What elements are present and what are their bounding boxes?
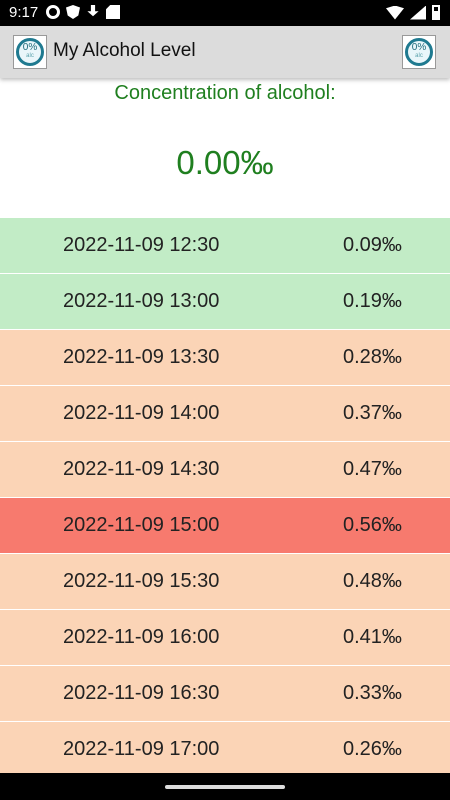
- logo-text-sub: alc: [26, 53, 34, 59]
- app-title: My Alcohol Level: [53, 40, 196, 61]
- reading-time: 2022-11-09 17:00: [63, 738, 220, 760]
- reading-row[interactable]: 2022-11-09 14:30 0.47‰: [0, 442, 450, 498]
- battery-icon: [432, 5, 440, 20]
- reading-time: 2022-11-09 15:00: [63, 514, 220, 536]
- reading-value: 0.56‰: [343, 514, 402, 536]
- reading-time: 2022-11-09 16:30: [63, 682, 220, 704]
- reading-row[interactable]: 2022-11-09 14:00 0.37‰: [0, 386, 450, 442]
- logo-ring: 0% alc: [405, 38, 433, 66]
- reading-row[interactable]: 2022-11-09 16:30 0.33‰: [0, 666, 450, 722]
- logo-text-sub: alc: [415, 53, 423, 59]
- reading-time: 2022-11-09 16:00: [63, 626, 220, 648]
- status-time: 9:17: [9, 4, 39, 21]
- shield-icon: [66, 5, 80, 19]
- reading-time: 2022-11-09 13:00: [63, 290, 220, 312]
- reading-row[interactable]: 2022-11-09 13:00 0.19‰: [0, 274, 450, 330]
- reading-time: 2022-11-09 13:30: [63, 346, 220, 368]
- reading-row[interactable]: 2022-11-09 12:30 0.09‰: [0, 218, 450, 274]
- reading-time: 2022-11-09 14:30: [63, 458, 220, 480]
- reading-row[interactable]: 2022-11-09 16:00 0.41‰: [0, 610, 450, 666]
- status-bar: 9:17: [0, 0, 450, 26]
- reading-time: 2022-11-09 15:30: [63, 570, 220, 592]
- reading-value: 0.37‰: [343, 402, 402, 424]
- wifi-icon: [386, 5, 404, 20]
- logo-text-main: 0%: [22, 42, 38, 53]
- gear-icon: [46, 5, 60, 19]
- reading-value: 0.48‰: [343, 570, 402, 592]
- concentration-label: Concentration of alcohol:: [114, 82, 336, 104]
- reading-value: 0.09‰: [343, 234, 402, 256]
- logo-ring: 0% alc: [16, 38, 44, 66]
- status-left-icons: [46, 5, 120, 19]
- app-logo-icon[interactable]: 0% alc: [13, 35, 47, 69]
- signal-icon: [410, 5, 426, 20]
- reading-time: 2022-11-09 14:00: [63, 402, 220, 424]
- concentration-value: 0.00‰: [176, 144, 274, 181]
- reading-value: 0.33‰: [343, 682, 402, 704]
- app-bar: 0% alc My Alcohol Level 0% alc: [0, 26, 450, 78]
- home-gesture-handle[interactable]: [165, 785, 285, 789]
- reading-value: 0.28‰: [343, 346, 402, 368]
- reading-value: 0.19‰: [343, 290, 402, 312]
- status-right-icons: [386, 5, 440, 20]
- sd-card-icon: [106, 5, 120, 19]
- reading-value: 0.26‰: [343, 738, 402, 760]
- reading-row[interactable]: 2022-11-09 13:30 0.28‰: [0, 330, 450, 386]
- reading-row[interactable]: 2022-11-09 15:30 0.48‰: [0, 554, 450, 610]
- reading-value: 0.47‰: [343, 458, 402, 480]
- reading-time: 2022-11-09 12:30: [63, 234, 220, 256]
- logo-text-main: 0%: [411, 42, 427, 53]
- reading-row[interactable]: 2022-11-09 15:00 0.56‰: [0, 498, 450, 554]
- reading-value: 0.41‰: [343, 626, 402, 648]
- readings-table: 2022-11-09 12:30 0.09‰ 2022-11-09 13:00 0.1…: [0, 218, 450, 778]
- reading-row[interactable]: 2022-11-09 17:00 0.26‰: [0, 722, 450, 778]
- download-icon: [87, 5, 99, 17]
- action-logo-icon[interactable]: 0% alc: [402, 35, 436, 69]
